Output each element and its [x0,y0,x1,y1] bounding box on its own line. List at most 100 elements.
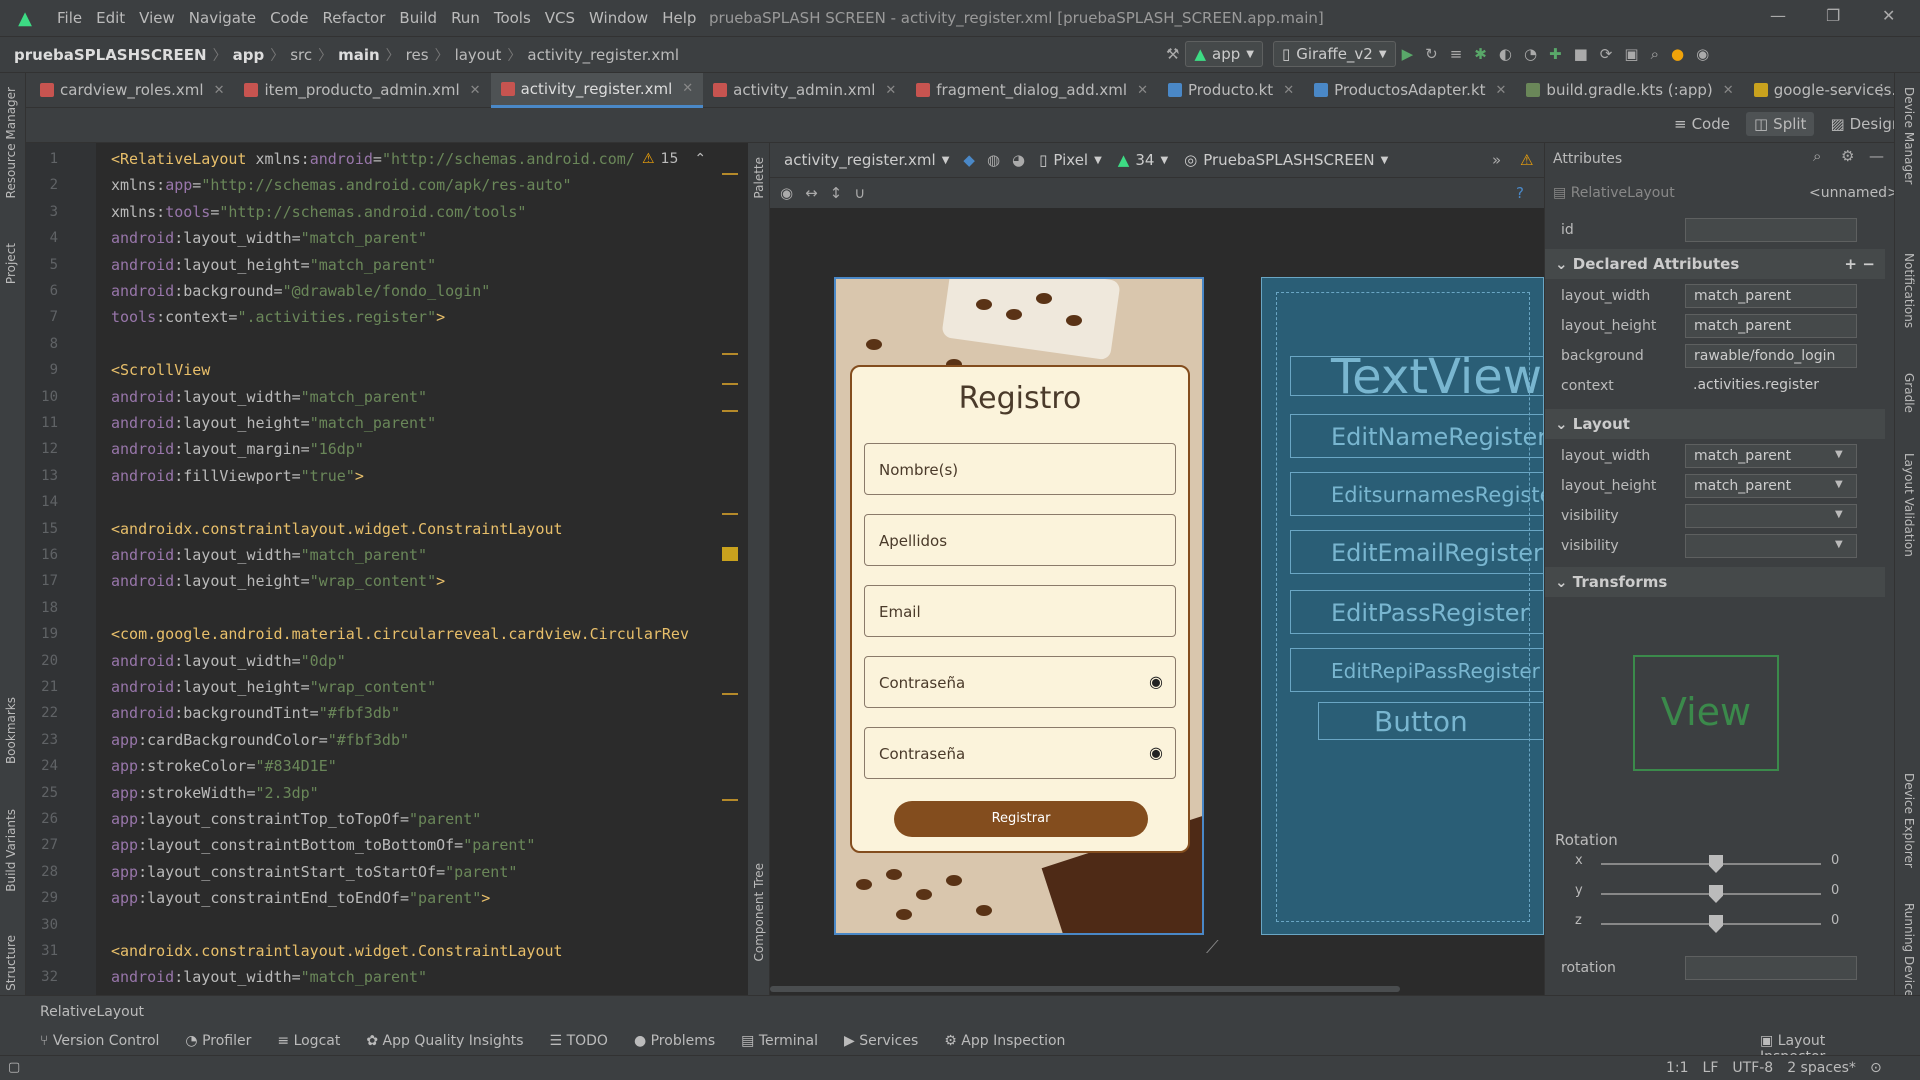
project-tab[interactable]: Project [4,243,18,284]
device-manager-tab[interactable]: Device Manager [1902,87,1916,184]
attr-value-dropdown[interactable]: match_parent [1685,444,1857,468]
phone-preview[interactable]: Registro Nombre(s) Apellidos Email Contr… [834,277,1204,935]
breadcrumb-item[interactable]: pruebaSPLASHSCREEN [14,46,207,64]
attr-value-dropdown[interactable] [1685,504,1857,528]
menu-file[interactable]: File [50,9,89,27]
attach-debugger-icon[interactable]: ◔ [1524,45,1537,63]
more-options-icon[interactable]: ⋮ [1874,81,1889,99]
menu-edit[interactable]: Edit [89,9,132,27]
code-line[interactable]: 15 <androidx.constraintlayout.widget.Con… [26,517,742,543]
error-stripe[interactable] [722,143,738,995]
code-line[interactable]: 12 android:layout_margin="16dp" [26,437,742,463]
menu-refactor[interactable]: Refactor [315,9,392,27]
id-input[interactable] [1685,218,1857,242]
code-line[interactable]: 1 <RelativeLayout xmlns:android="http://s… [26,147,742,173]
close-tab-icon[interactable]: ✕ [214,83,225,98]
breadcrumb-item[interactable]: activity_register.xml [527,46,679,64]
menu-help[interactable]: Help [655,9,703,27]
help-icon[interactable]: ? [1516,184,1524,202]
code-line[interactable]: 28 app:layout_constraintStart_toStartOf=… [26,860,742,886]
tab-fragment-dialog-add-xml[interactable]: fragment_dialog_add.xml ✕ [906,73,1158,108]
tab-cardview-roles-xml[interactable]: cardview_roles.xml ✕ [30,73,234,108]
breadcrumb-item[interactable]: main [338,46,380,64]
code-line[interactable]: 2 xmlns:app="http://schemas.android.com/… [26,173,742,199]
minimize-icon[interactable]: — [1770,6,1786,25]
tab-productosadapter-kt[interactable]: ProductosAdapter.kt ✕ [1304,73,1516,108]
layout-header[interactable]: ⌄ Layout [1545,409,1885,439]
warning-mark[interactable] [722,353,738,355]
name-field[interactable]: Nombre(s) [864,443,1176,495]
menu-window[interactable]: Window [582,9,655,27]
rotation-input[interactable] [1685,956,1857,980]
device-dropdown[interactable]: ▯ Giraffe_v2 ▼ [1272,41,1396,67]
code-line[interactable]: 32 android:layout_width="match_parent" [26,965,742,991]
code-line[interactable]: 22 android:backgroundTint="#fbf3db" [26,701,742,727]
palette-tab[interactable]: Palette [752,157,766,199]
horizontal-scrollbar[interactable] [770,983,1544,995]
register-button[interactable]: Registrar [894,801,1148,837]
gradle-tab[interactable]: Gradle [1902,373,1916,413]
tabs-overflow-icon[interactable]: ⌄ [1842,81,1855,99]
layout-file-dropdown[interactable]: activity_register.xml ▼ [776,148,957,172]
structure-tab[interactable]: Structure [4,935,18,991]
warning-mark[interactable] [722,410,738,412]
breadcrumb-item[interactable]: layout [455,46,502,64]
code-line[interactable]: 25 app:strokeWidth="2.3dp" [26,781,742,807]
attr-value-dropdown[interactable] [1685,534,1857,558]
remove-icon[interactable]: − [1862,255,1875,273]
code-line[interactable]: 8 [26,332,742,358]
menu-view[interactable]: View [132,9,182,27]
indent-setting[interactable]: 2 spaces* [1787,1060,1856,1076]
build-variants-tab[interactable]: Build Variants [4,809,18,892]
tool-window-version-control[interactable]: ⑂ Version Control [40,1033,159,1049]
menu-navigate[interactable]: Navigate [182,9,263,27]
attr-value-input[interactable]: match_parent [1685,284,1857,308]
code-line[interactable]: 9 <ScrollView [26,358,742,384]
warning-mark[interactable] [722,547,738,561]
tool-window-problems[interactable]: ● Problems [634,1033,715,1049]
rerun-icon[interactable]: ↻ [1425,45,1438,63]
warning-mark[interactable] [722,173,738,175]
search-icon[interactable]: ⌕ [1651,45,1659,63]
code-line[interactable]: 13 android:fillViewport="true"> [26,464,742,490]
code-line[interactable]: 16 android:layout_width="match_parent" [26,543,742,569]
dropdown-arrow-icon[interactable]: ▼ [1835,479,1843,490]
menu-run[interactable]: Run [444,9,487,27]
tab-item-producto-admin-xml[interactable]: item_producto_admin.xml ✕ [234,73,490,108]
code-line[interactable]: 30 [26,913,742,939]
transforms-header[interactable]: ⌄ Transforms [1545,567,1885,597]
close-tab-icon[interactable]: ✕ [1723,83,1734,98]
menu-code[interactable]: Code [263,9,315,27]
slider-knob[interactable] [1709,855,1723,873]
component-tree-tab[interactable]: Component Tree [752,863,766,961]
code-line[interactable]: 5 android:layout_height="match_parent" [26,253,742,279]
rotation-slider[interactable] [1601,915,1821,933]
split-view-button[interactable]: ◫ Split [1745,112,1815,136]
slider-knob[interactable] [1709,885,1723,903]
eye-icon[interactable]: ◉ [1149,672,1163,691]
sync-icon[interactable]: ⟳ [1600,45,1613,63]
code-view-button[interactable]: ≡ Code [1666,112,1738,136]
resize-handle-icon[interactable]: ⟋ [1206,937,1219,958]
inspection-widget[interactable]: ⚠ 15 ⌃ ⌄ [642,151,734,167]
breadcrumb-item[interactable]: app [233,46,265,64]
warning-mark[interactable] [722,693,738,695]
rotation-slider[interactable] [1601,855,1821,873]
device-explorer-tab[interactable]: Device Explorer [1902,773,1916,868]
stop-icon[interactable]: ■ [1574,45,1588,63]
hammer-icon[interactable]: ⚒ [1166,45,1179,63]
tab-activity-register-xml[interactable]: activity_register.xml ✕ [490,72,704,108]
tool-window-todo[interactable]: ☰ TODO [550,1033,608,1049]
bookmarks-tab[interactable]: Bookmarks [4,697,18,764]
search-icon[interactable]: ⌕ [1813,147,1821,165]
code-line[interactable]: 26 app:layout_constraintTop_toTopOf="par… [26,807,742,833]
api-level-dropdown[interactable]: ▲ 34 ▼ [1110,148,1176,172]
dropdown-arrow-icon[interactable]: ▼ [1835,449,1843,460]
menu-build[interactable]: Build [392,9,444,27]
warning-mark[interactable] [722,799,738,801]
close-tab-icon[interactable]: ✕ [470,83,481,98]
tab-activity-admin-xml[interactable]: activity_admin.xml ✕ [703,73,906,108]
run-config-dropdown[interactable]: ▲ app ▼ [1185,41,1263,67]
add-icon[interactable]: + [1844,255,1857,273]
surnames-field[interactable]: Apellidos [864,514,1176,566]
